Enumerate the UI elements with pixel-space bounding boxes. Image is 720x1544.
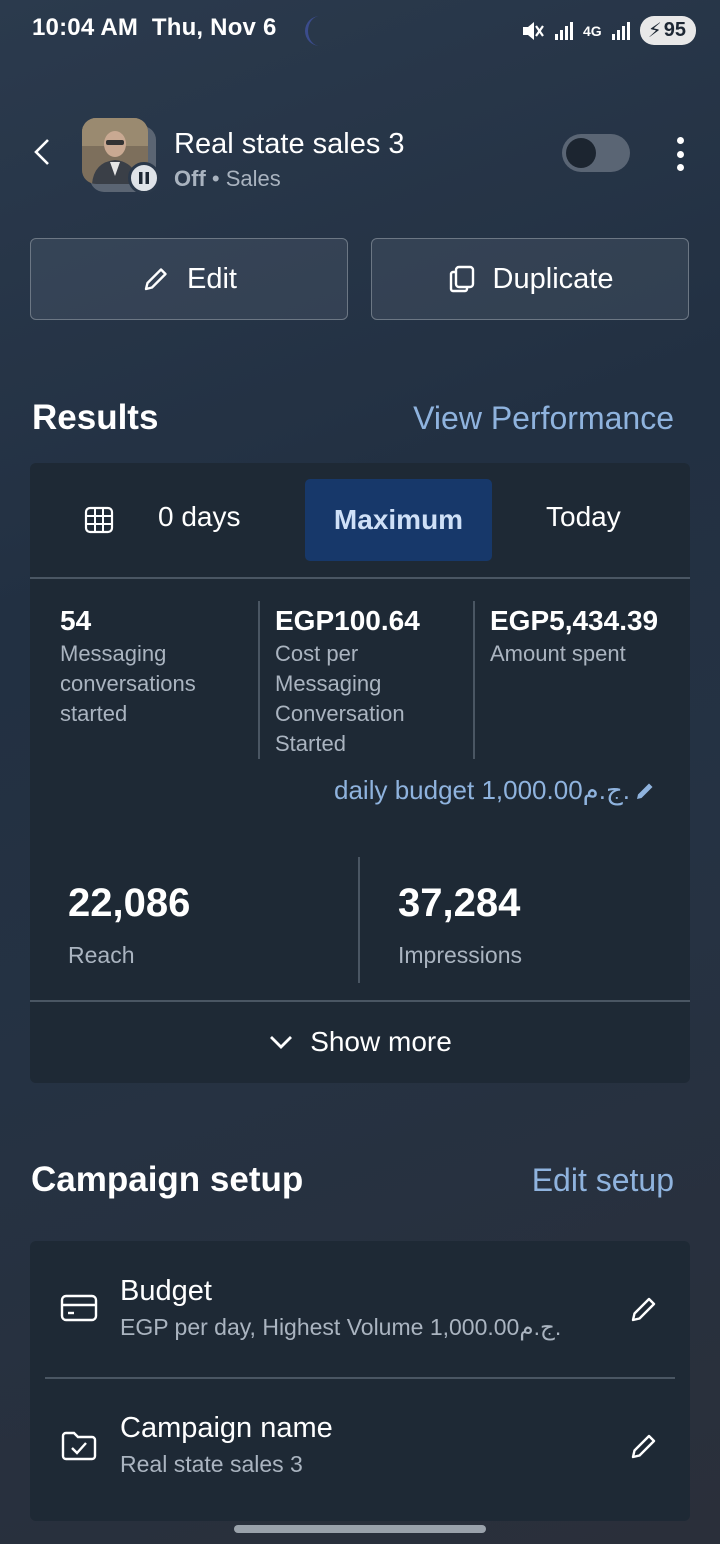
- dot-icon: [676, 164, 684, 171]
- status-time-date: 10:04 AM Thu, Nov 6: [32, 14, 277, 42]
- setup-item-budget[interactable]: Budget EGP per day, Highest Volume 1,000…: [30, 1241, 690, 1377]
- subtitle-separator: •: [211, 166, 220, 191]
- status-date: Thu, Nov 6: [151, 14, 277, 41]
- campaign-setup-card: Budget EGP per day, Highest Volume 1,000…: [30, 1241, 690, 1521]
- pause-icon: [139, 172, 149, 184]
- segment-today[interactable]: Today: [546, 501, 621, 533]
- campaign-title: Real state sales 3: [174, 128, 405, 160]
- copy-icon: [449, 265, 474, 293]
- metric-messaging-conversations: 54 Messaging conversations started: [60, 605, 260, 729]
- reach-value: 22,086: [68, 881, 191, 925]
- back-button[interactable]: [24, 132, 60, 172]
- campaign-setup-title: Campaign setup: [31, 1160, 304, 1199]
- show-more-label: Show more: [310, 1026, 452, 1057]
- status-icons: 4G ⚡ 95: [521, 16, 696, 45]
- pencil-icon[interactable]: [628, 1293, 660, 1325]
- network-type: 4G: [583, 22, 602, 39]
- metric-label: Amount spent: [490, 641, 626, 666]
- daily-budget-text: daily budget 1,000.00ج.م.: [334, 775, 630, 805]
- budget-subtitle: EGP per day, Highest Volume 1,000.00ج.م.: [120, 1314, 562, 1340]
- chevron-down-icon: [270, 1036, 293, 1049]
- budget-text: Budget EGP per day, Highest Volume 1,000…: [120, 1275, 561, 1341]
- signal-icon: [555, 21, 574, 40]
- divider: [30, 577, 690, 579]
- campaign-name-text: Campaign name Real state sales 3: [120, 1412, 333, 1478]
- impressions-value: 37,284: [398, 881, 521, 925]
- do-not-disturb-icon: [305, 16, 320, 46]
- date-range-segments: 0 days Maximum Today: [30, 463, 690, 577]
- metric-amount-spent: EGP5,434.39 Amount spent: [490, 605, 690, 669]
- campaign-name-subtitle: Real state sales 3: [120, 1451, 303, 1477]
- edit-button[interactable]: Edit: [30, 238, 348, 320]
- campaign-objective: Sales: [225, 166, 281, 191]
- view-performance-link[interactable]: View Performance: [413, 400, 674, 437]
- battery-level: 95: [663, 19, 686, 41]
- budget-title: Budget: [120, 1275, 212, 1307]
- chevron-left-icon: [34, 139, 49, 165]
- divider: [473, 601, 475, 759]
- edit-setup-link[interactable]: Edit setup: [532, 1162, 674, 1199]
- battery-indicator: ⚡ 95: [639, 16, 696, 45]
- duplicate-button[interactable]: Duplicate: [371, 238, 689, 320]
- toggle-knob: [566, 138, 596, 168]
- metric-label: Messaging conversations started: [60, 641, 196, 726]
- campaign-status: Off: [174, 166, 206, 191]
- daily-budget-link[interactable]: daily budget 1,000.00ج.م.: [334, 775, 656, 806]
- pencil-icon: [144, 268, 167, 291]
- credit-card-icon: [60, 1294, 98, 1322]
- duplicate-label: Duplicate: [492, 262, 614, 295]
- setup-item-campaign-name[interactable]: Campaign name Real state sales 3: [30, 1378, 690, 1514]
- reach-label: Reach: [68, 942, 135, 968]
- metric-reach: 22,086 Reach: [68, 881, 190, 969]
- segment-0-days[interactable]: 0 days: [158, 501, 241, 533]
- metric-cost-per-conversation: EGP100.64 Cost per Messaging Conversatio…: [275, 605, 465, 759]
- metric-value: EGP5,434.39: [490, 605, 659, 636]
- status-time: 10:04 AM: [32, 14, 139, 41]
- divider: [358, 857, 360, 983]
- metric-impressions: 37,284 Impressions: [398, 881, 522, 969]
- pencil-icon: [637, 783, 653, 799]
- mute-icon: [523, 21, 544, 40]
- dot-icon: [676, 150, 684, 158]
- calendar-table-icon[interactable]: [84, 505, 114, 535]
- metric-label: Cost per Messaging Conversation Started: [275, 641, 405, 756]
- charging-icon: ⚡: [647, 20, 662, 42]
- results-card: 0 days Maximum Today 54 Messaging conver…: [30, 463, 690, 1083]
- campaign-name-title: Campaign name: [120, 1412, 333, 1444]
- impressions-label: Impressions: [398, 942, 522, 968]
- edit-label: Edit: [187, 262, 237, 295]
- divider: [258, 601, 260, 759]
- segment-maximum[interactable]: Maximum: [305, 479, 492, 561]
- paused-badge: [128, 162, 160, 194]
- metric-value: EGP100.64: [275, 605, 420, 636]
- dot-icon: [676, 137, 684, 144]
- folder-check-icon: [61, 1431, 97, 1461]
- signal-icon-2: [611, 21, 630, 40]
- campaign-toggle[interactable]: [562, 134, 630, 172]
- metric-value: 54: [60, 605, 92, 636]
- results-title: Results: [32, 398, 159, 437]
- more-options-button[interactable]: [664, 134, 696, 174]
- show-more-button[interactable]: Show more: [30, 1001, 690, 1083]
- home-indicator[interactable]: [234, 1525, 486, 1533]
- campaign-subtitle: Off • Sales: [174, 166, 281, 192]
- pencil-icon[interactable]: [628, 1430, 660, 1462]
